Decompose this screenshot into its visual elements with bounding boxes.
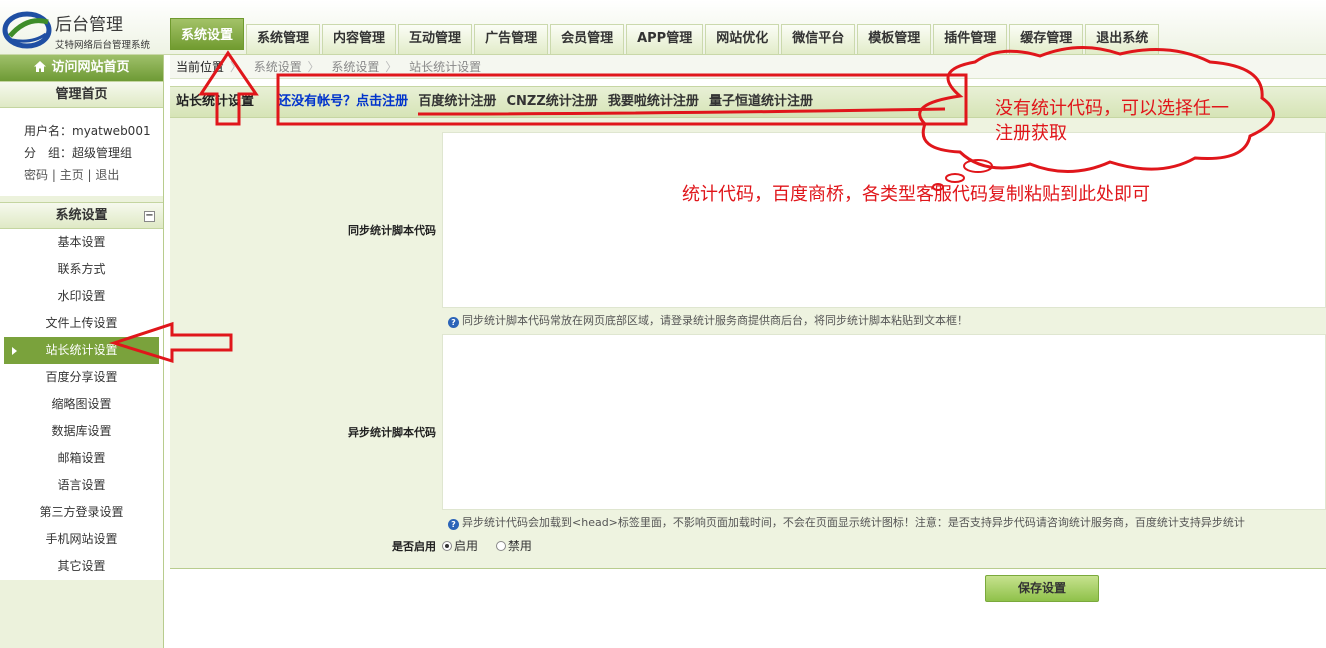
visit-site-home-button[interactable]: 访问网站首页: [0, 55, 163, 81]
sidebar-item-watermark[interactable]: 水印设置: [0, 283, 163, 310]
sidebar-item-language[interactable]: 语言设置: [0, 472, 163, 499]
system-settings-menu: 系统设置 − 基本设置 联系方式 水印设置 文件上传设置 站长统计设置 百度分享…: [0, 202, 163, 580]
help-icon: ?: [448, 317, 459, 328]
sidebar-item-basic-settings[interactable]: 基本设置: [0, 229, 163, 256]
tab-content-management[interactable]: 内容管理: [322, 24, 397, 54]
baidu-stats-register-link[interactable]: 百度统计注册: [418, 94, 496, 109]
enable-radio[interactable]: 启用: [442, 539, 478, 553]
tab-system-settings[interactable]: 系统设置: [170, 18, 245, 50]
enable-radio-group: 启用 禁用: [442, 537, 532, 554]
top-header: 后台管理 艾特网络后台管理系统 系统设置 系统管理 内容管理 互动管理 广告管理…: [0, 0, 1326, 55]
section-title: 系统设置: [55, 208, 108, 223]
sync-hint: ? 同步统计脚本代码常放在网页底部区域，请登录统计服务商提供商后台，将同步统计脚本…: [448, 312, 968, 328]
async-script-textarea[interactable]: [442, 334, 1326, 510]
logo: 后台管理 艾特网络后台管理系统: [2, 8, 162, 52]
group-name: 超级管理组: [72, 146, 133, 160]
breadcrumb-item[interactable]: 系统设置: [254, 60, 302, 74]
enable-label: 是否启用: [392, 540, 436, 553]
annotation-paste-text: 统计代码，百度商桥，各类型客服代码复制粘贴到此处即可: [682, 184, 1150, 205]
async-script-label: 异步统计脚本代码: [348, 426, 436, 439]
visit-site-home-label: 访问网站首页: [51, 60, 130, 75]
manage-home-link[interactable]: 管理首页: [0, 81, 163, 108]
homepage-link[interactable]: 主页: [60, 168, 84, 182]
sync-hint-text: 同步统计脚本代码常放在网页底部区域，请登录统计服务商提供商后台，将同步统计脚本粘…: [462, 314, 968, 327]
tab-system-management[interactable]: 系统管理: [246, 24, 321, 54]
user-name: myatweb001: [72, 124, 151, 138]
async-hint-text: 异步统计代码会加载到<head>标签里面，不影响页面加载时间，不会在页面显示统计…: [462, 516, 1245, 529]
logout-link[interactable]: 退出: [95, 168, 119, 182]
sidebar-item-file-upload[interactable]: 文件上传设置: [0, 310, 163, 337]
tab-exit-system[interactable]: 退出系统: [1085, 24, 1160, 54]
page-title: 站长统计设置: [176, 94, 255, 109]
sidebar: 访问网站首页 管理首页 用户名：myatweb001 分 组：超级管理组 密码 …: [0, 55, 164, 648]
tab-interaction-management[interactable]: 互动管理: [398, 24, 473, 54]
home-icon: [33, 57, 47, 83]
tab-ad-management[interactable]: 广告管理: [474, 24, 549, 54]
save-bar: 保存设置: [170, 568, 1326, 648]
tab-member-management[interactable]: 会员管理: [550, 24, 625, 54]
sidebar-item-baidu-share[interactable]: 百度分享设置: [0, 364, 163, 391]
sidebar-item-mobile-site[interactable]: 手机网站设置: [0, 526, 163, 553]
sync-script-textarea[interactable]: [442, 132, 1326, 308]
51la-stats-register-link[interactable]: 我要啦统计注册: [608, 94, 699, 109]
sidebar-item-email[interactable]: 邮箱设置: [0, 445, 163, 472]
group-label: 分 组：: [24, 146, 73, 160]
tab-site-optimization[interactable]: 网站优化: [705, 24, 780, 54]
tab-template-management[interactable]: 模板管理: [857, 24, 932, 54]
radio-unchecked-icon: [495, 541, 506, 551]
sidebar-item-third-party-login[interactable]: 第三方登录设置: [0, 499, 163, 526]
logo-title: 后台管理: [55, 15, 123, 35]
arrow-right-icon: [12, 347, 17, 355]
quantum-stats-register-link[interactable]: 量子恒道统计注册: [709, 94, 813, 109]
logo-subtitle: 艾特网络后台管理系统: [55, 40, 151, 51]
sidebar-item-site-stats-label: 站长统计设置: [45, 343, 118, 357]
sidebar-item-thumbnail[interactable]: 缩略图设置: [0, 391, 163, 418]
register-prompt-link[interactable]: 还没有帐号？点击注册: [278, 94, 408, 109]
cnzz-stats-register-link[interactable]: CNZZ统计注册: [506, 94, 597, 109]
radio-checked-icon: [442, 541, 452, 551]
user-info: 用户名：myatweb001 分 组：超级管理组 密码 | 主页 | 退出: [0, 108, 163, 196]
system-settings-section-header[interactable]: 系统设置 −: [0, 202, 163, 229]
main-nav: 系统设置 系统管理 内容管理 互动管理 广告管理 会员管理 APP管理 网站优化…: [170, 18, 1161, 54]
async-hint: ? 异步统计代码会加载到<head>标签里面，不影响页面加载时间，不会在页面显示统…: [448, 514, 1245, 530]
sidebar-item-database[interactable]: 数据库设置: [0, 418, 163, 445]
sidebar-item-site-stats[interactable]: 站长统计设置: [4, 337, 159, 364]
collapse-icon[interactable]: −: [144, 211, 155, 222]
breadcrumb-item[interactable]: 系统设置: [331, 60, 379, 74]
tab-cache-management[interactable]: 缓存管理: [1009, 24, 1084, 54]
tab-wechat-platform[interactable]: 微信平台: [781, 24, 856, 54]
password-link[interactable]: 密码: [24, 168, 48, 182]
breadcrumb-item: 站长统计设置: [409, 60, 482, 74]
disable-radio[interactable]: 禁用: [495, 539, 532, 553]
annotation-cloud-text: 没有统计代码，可以选择任一注册获取: [995, 98, 1229, 144]
help-icon: ?: [448, 519, 459, 530]
user-label: 用户名：: [24, 124, 73, 138]
breadcrumb: 当前位置 〉 系统设置 〉 系统设置 〉 站长统计设置: [170, 55, 1326, 79]
tab-app-management[interactable]: APP管理: [626, 24, 704, 54]
sidebar-item-other[interactable]: 其它设置: [0, 553, 163, 580]
breadcrumb-current-label: 当前位置: [176, 60, 225, 74]
logo-mark-icon: [2, 11, 52, 49]
sidebar-item-contact[interactable]: 联系方式: [0, 256, 163, 283]
tab-plugin-management[interactable]: 插件管理: [933, 24, 1008, 54]
sync-script-label: 同步统计脚本代码: [348, 224, 436, 237]
save-button[interactable]: 保存设置: [985, 575, 1099, 602]
